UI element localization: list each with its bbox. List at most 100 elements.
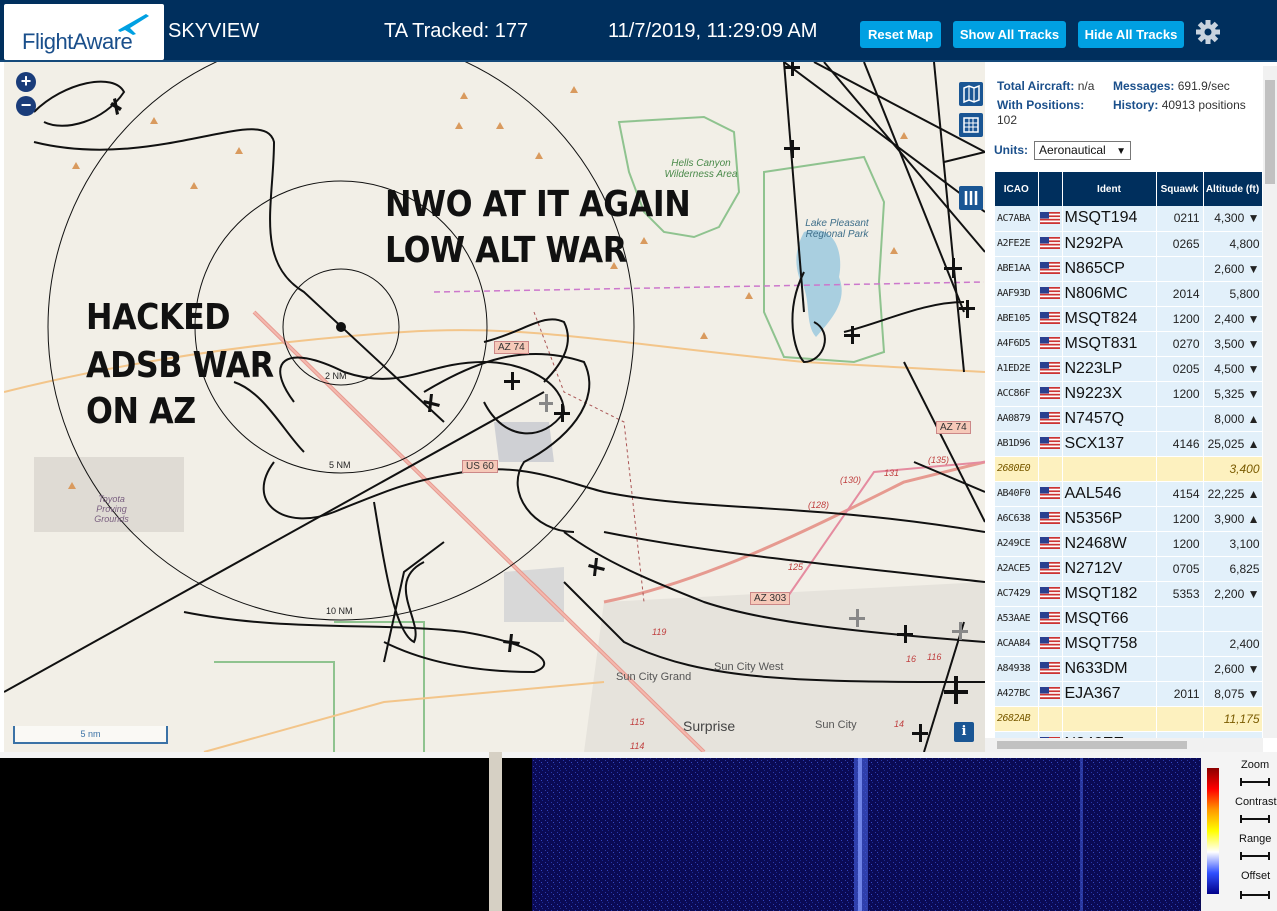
offset-slider[interactable] bbox=[1239, 889, 1271, 901]
reset-map-button[interactable]: Reset Map bbox=[860, 21, 941, 48]
squawk-cell bbox=[1156, 706, 1204, 732]
grid-overlay-button[interactable] bbox=[959, 113, 983, 137]
aircraft-row[interactable]: A6C638 N5356P 1200 3,900 ▲ bbox=[995, 506, 1263, 532]
altitude-cell: 8,075 ▼ bbox=[1203, 681, 1263, 707]
altitude-cell: 25,025 ▲ bbox=[1203, 431, 1263, 457]
spectrum-panel: Zoom Contrast Range Offset bbox=[0, 752, 1277, 911]
flightaware-logo[interactable]: FlightAware bbox=[4, 4, 164, 60]
map-icon bbox=[963, 84, 980, 104]
col-header-altitude[interactable]: Altitude (ft) bbox=[1203, 172, 1263, 206]
us-flag-icon bbox=[1040, 487, 1060, 500]
units-label: Units: bbox=[994, 143, 1028, 157]
ident-cell: N2468W bbox=[1062, 531, 1157, 557]
squawk-cell: 1200 bbox=[1156, 381, 1204, 407]
panel-divider[interactable] bbox=[489, 752, 502, 911]
flag-cell bbox=[1038, 306, 1063, 332]
col-header-icao[interactable]: ICAO bbox=[995, 172, 1039, 206]
zoom-slider[interactable] bbox=[1239, 776, 1271, 788]
aircraft-row[interactable]: A249CE N2468W 1200 3,100 bbox=[995, 531, 1263, 557]
squawk-cell bbox=[1156, 256, 1204, 282]
messages-rate: Messages: 691.9/sec bbox=[1113, 79, 1230, 93]
squawk-cell: 0205 bbox=[1156, 356, 1204, 382]
sidebar-horizontal-scrollbar[interactable] bbox=[985, 738, 1263, 752]
total-aircraft: Total Aircraft: n/a bbox=[997, 79, 1095, 93]
units-select[interactable]: Aeronautical ▼ bbox=[1034, 141, 1131, 160]
flag-cell bbox=[1038, 231, 1063, 257]
scrollbar-thumb[interactable] bbox=[1265, 80, 1275, 184]
aircraft-row[interactable]: AC7429 MSQT182 5353 2,200 ▼ bbox=[995, 581, 1263, 607]
aircraft-row[interactable]: ABE1AA N865CP 2,600 ▼ bbox=[995, 256, 1263, 282]
road-label-115: 115 bbox=[630, 717, 645, 727]
map-layers-button[interactable] bbox=[959, 82, 983, 106]
aircraft-table: ICAO Ident Squawk Altitude (ft) AC7ABA MS… bbox=[995, 172, 1263, 752]
flag-cell bbox=[1038, 606, 1063, 632]
us-flag-icon bbox=[1040, 412, 1060, 425]
ident-cell: N292PA bbox=[1062, 231, 1157, 257]
icao-cell: A6C638 bbox=[995, 506, 1039, 532]
us-flag-icon bbox=[1040, 212, 1060, 225]
flag-cell bbox=[1038, 681, 1063, 707]
aircraft-row[interactable]: 2680E0 3,400 bbox=[995, 456, 1263, 482]
col-header-squawk[interactable]: Squawk bbox=[1156, 172, 1204, 206]
ident-cell: MSQT758 bbox=[1062, 631, 1157, 657]
aircraft-row[interactable]: AC7ABA MSQT194 0211 4,300 ▼ bbox=[995, 206, 1263, 232]
col-header-flag[interactable] bbox=[1038, 172, 1063, 206]
squawk-cell: 1200 bbox=[1156, 306, 1204, 332]
flag-cell bbox=[1038, 406, 1063, 432]
aircraft-row[interactable]: AA0879 N7457Q 8,000 ▲ bbox=[995, 406, 1263, 432]
info-button[interactable]: i bbox=[954, 722, 974, 742]
squawk-cell: 0211 bbox=[1156, 206, 1204, 232]
sidebar-vertical-scrollbar[interactable] bbox=[1263, 66, 1277, 738]
ident-cell: N223LP bbox=[1062, 356, 1157, 382]
squawk-cell: 4146 bbox=[1156, 431, 1204, 457]
range-slider[interactable] bbox=[1239, 850, 1271, 862]
ident-cell: N633DM bbox=[1062, 656, 1157, 682]
gear-icon[interactable] bbox=[1194, 18, 1222, 46]
ident-cell: N2712V bbox=[1062, 556, 1157, 582]
contrast-slider[interactable] bbox=[1239, 813, 1271, 825]
aircraft-row[interactable]: A4F6D5 MSQT831 0270 3,500 ▼ bbox=[995, 331, 1263, 357]
aircraft-row[interactable]: A84938 N633DM 2,600 ▼ bbox=[995, 656, 1263, 682]
altitude-cell: 3,100 bbox=[1203, 531, 1263, 557]
flag-cell bbox=[1038, 431, 1063, 457]
zoom-in-button[interactable]: + bbox=[16, 72, 36, 92]
zoom-label: Zoom bbox=[1241, 759, 1270, 771]
scrollbar-thumb-horizontal[interactable] bbox=[997, 741, 1187, 749]
overlay-text-line2: LOW ALT WAR bbox=[385, 230, 627, 271]
map-view[interactable]: NWO AT IT AGAIN LOW ALT WAR HACKED ADSB … bbox=[4, 62, 985, 752]
aircraft-row[interactable]: AB1D96 SCX137 4146 25,025 ▲ bbox=[995, 431, 1263, 457]
aircraft-row[interactable]: AB40F0 AAL546 4154 22,225 ▲ bbox=[995, 481, 1263, 507]
spectrum-plot[interactable] bbox=[0, 758, 489, 911]
flag-cell bbox=[1038, 206, 1063, 232]
ident-cell bbox=[1062, 456, 1157, 482]
road-label-14: 14 bbox=[894, 719, 905, 729]
altitude-cell: 2,400 ▼ bbox=[1203, 306, 1263, 332]
altitude-cell: 4,300 ▼ bbox=[1203, 206, 1263, 232]
squawk-cell bbox=[1156, 456, 1204, 482]
aircraft-row[interactable]: ACAA84 MSQT758 2,400 bbox=[995, 631, 1263, 657]
waterfall-display[interactable] bbox=[502, 758, 1201, 911]
aircraft-row[interactable]: A53AAE MSQT66 bbox=[995, 606, 1263, 632]
aircraft-table-body: AC7ABA MSQT194 0211 4,300 ▼ A2FE2E N292PA 0265… bbox=[995, 206, 1263, 752]
aircraft-row[interactable]: ACC86F N9223X 1200 5,325 ▼ bbox=[995, 381, 1263, 407]
toggle-sidebar-button[interactable] bbox=[959, 186, 983, 210]
ident-cell: N806MC bbox=[1062, 281, 1157, 307]
aircraft-row[interactable]: 2682AB 11,175 bbox=[995, 706, 1263, 732]
aircraft-row[interactable]: A1ED2E N223LP 0205 4,500 ▼ bbox=[995, 356, 1263, 382]
aircraft-row[interactable]: A2ACE5 N2712V 0705 6,825 bbox=[995, 556, 1263, 582]
aircraft-row[interactable]: A427BC EJA367 2011 8,075 ▼ bbox=[995, 681, 1263, 707]
aircraft-row[interactable]: A2FE2E N292PA 0265 4,800 bbox=[995, 231, 1263, 257]
logo-text: FlightAware bbox=[22, 29, 133, 54]
icao-cell: ACC86F bbox=[995, 381, 1039, 407]
ident-cell: SCX137 bbox=[1062, 431, 1157, 457]
datetime: 11/7/2019, 11:29:09 AM bbox=[608, 20, 818, 42]
aircraft-row[interactable]: AAF93D N806MC 2014 5,800 bbox=[995, 281, 1263, 307]
zoom-out-button[interactable]: − bbox=[16, 96, 36, 116]
icao-cell: ABE1AA bbox=[995, 256, 1039, 282]
squawk-cell: 0705 bbox=[1156, 556, 1204, 582]
show-all-tracks-button[interactable]: Show All Tracks bbox=[953, 21, 1066, 48]
col-header-ident[interactable]: Ident bbox=[1062, 172, 1157, 206]
flag-cell bbox=[1038, 581, 1063, 607]
aircraft-row[interactable]: ABE105 MSQT824 1200 2,400 ▼ bbox=[995, 306, 1263, 332]
hide-all-tracks-button[interactable]: Hide All Tracks bbox=[1078, 21, 1184, 48]
